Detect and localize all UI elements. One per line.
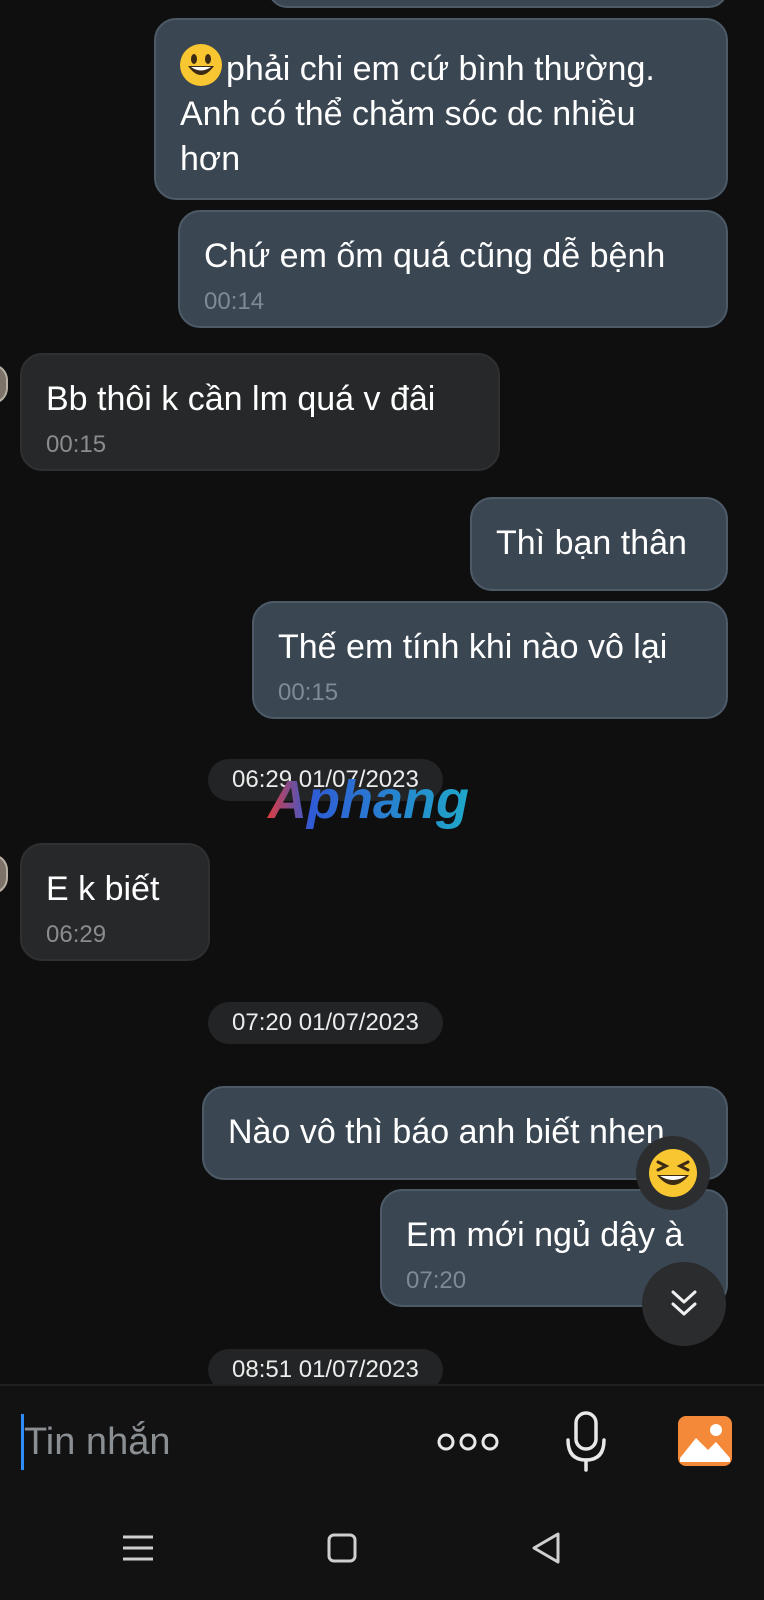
recents-icon[interactable] (108, 1518, 168, 1578)
message-text: phải chi em cứ bình thường. Anh có thể c… (180, 44, 702, 182)
message-bubble-incoming[interactable]: Bb thôi k cần lm quá v đâi 00:15 (20, 353, 500, 471)
message-timestamp: 06:29 (46, 921, 107, 948)
message-text: Thì bạn thân (496, 524, 687, 562)
message-bubble-outgoing[interactable]: Thì bạn thân (470, 497, 728, 591)
home-icon[interactable] (312, 1518, 372, 1578)
message-timestamp: 00:14 (204, 288, 265, 315)
contact-avatar[interactable] (0, 854, 8, 894)
message-text: Bb thôi k cần lm quá v đâi (46, 380, 436, 418)
message-timestamp: 00:15 (46, 431, 107, 458)
message-text: Chứ em ốm quá cũng dễ bệnh (204, 237, 666, 275)
message-timestamp: 00:15 (278, 679, 339, 706)
message-text: E k biết (46, 870, 160, 908)
watermark-logo: Aphang (266, 770, 469, 830)
scroll-to-bottom-button[interactable] (642, 1262, 726, 1346)
message-bubble-outgoing[interactable]: phải chi em cứ bình thường. Anh có thể c… (154, 18, 728, 200)
watermark-text: Aphang (266, 770, 469, 830)
message-bubble-outgoing[interactable]: Chứ em ốm quá cũng dễ bệnh 00:14 (178, 210, 728, 328)
double-chevron-down-icon (671, 1290, 697, 1316)
more-dots-icon[interactable] (430, 1414, 506, 1470)
image-gallery-icon[interactable] (674, 1410, 736, 1472)
chat-screen: phải chi em cứ bình thường. Anh có thể c… (0, 0, 764, 1600)
system-navigation-bar (0, 1496, 764, 1600)
message-bubble-outgoing[interactable]: Thế em tính khi nào vô lại 00:15 (252, 601, 728, 719)
grinning-face-icon (180, 44, 222, 86)
message-composer (0, 1384, 764, 1496)
squinting-grin-emoji-icon[interactable] (636, 1136, 710, 1210)
date-separator: 07:20 01/07/2023 (208, 1002, 443, 1044)
message-input[interactable] (24, 1410, 404, 1474)
message-text: Em mới ngủ dậy à (406, 1216, 684, 1254)
contact-avatar[interactable] (0, 364, 8, 404)
message-text-content: phải chi em cứ bình thường. Anh có thể c… (180, 50, 663, 178)
message-text: Nào vô thì báo anh biết nhen (228, 1113, 665, 1151)
microphone-icon[interactable] (556, 1404, 616, 1480)
message-bubble-incoming[interactable]: E k biết 06:29 (20, 843, 210, 961)
message-text: Thế em tính khi nào vô lại (278, 628, 668, 666)
back-icon[interactable] (516, 1518, 576, 1578)
partial-message-bubble[interactable] (268, 0, 728, 8)
